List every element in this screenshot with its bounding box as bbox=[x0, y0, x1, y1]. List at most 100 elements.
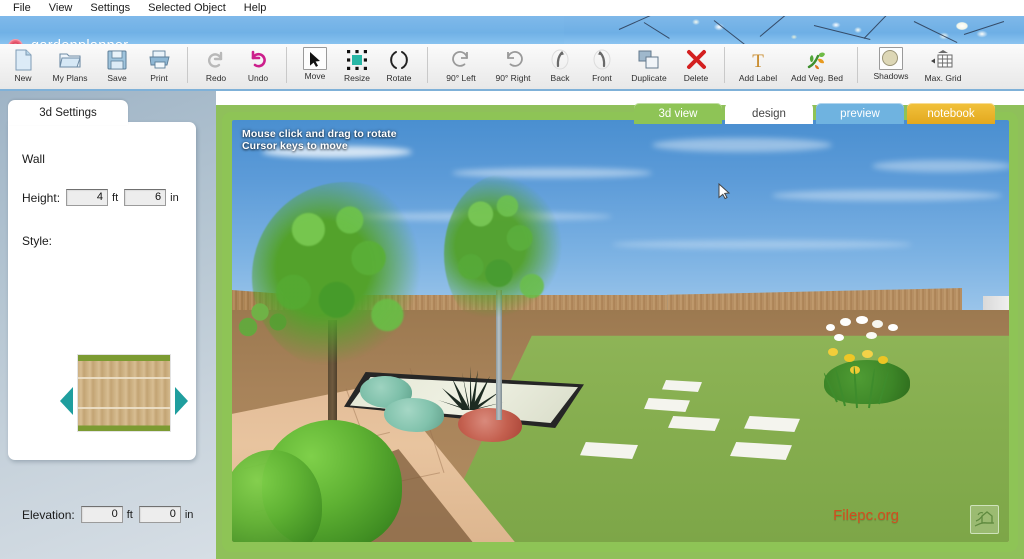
panel-tab-3d-settings[interactable]: 3d Settings bbox=[8, 100, 128, 125]
my-plans-label: My Plans bbox=[52, 73, 88, 83]
floppy-disk-icon bbox=[104, 47, 130, 72]
app-banner: gardenplanner bbox=[0, 16, 1024, 44]
resize-handles-icon bbox=[344, 47, 370, 72]
delete-cross-icon bbox=[683, 47, 709, 72]
toolbar-group-file: New My Plans Save Print bbox=[2, 44, 180, 89]
shadow-sphere-icon bbox=[879, 47, 903, 70]
toolbar-separator bbox=[724, 47, 725, 83]
tab-notebook[interactable]: notebook bbox=[907, 103, 995, 124]
add-label-label: Add Label bbox=[738, 73, 778, 83]
menu-item-selected-object[interactable]: Selected Object bbox=[139, 0, 235, 16]
move-button[interactable]: Move bbox=[294, 44, 336, 89]
elevation-feet-input[interactable]: 0 bbox=[80, 506, 123, 523]
garden-house-button[interactable] bbox=[970, 505, 999, 534]
open-folder-icon bbox=[57, 47, 83, 72]
3d-scene-canvas[interactable]: Mouse click and drag to rotate Cursor ke… bbox=[232, 120, 1009, 542]
tree-canopy[interactable] bbox=[444, 174, 566, 334]
redo-arrow-icon bbox=[203, 47, 229, 72]
bring-front-label: Front bbox=[592, 73, 612, 83]
white-flower bbox=[872, 320, 883, 328]
rotate-brackets-icon bbox=[386, 47, 412, 72]
branch-icon bbox=[813, 25, 871, 41]
bring-front-button[interactable]: Front bbox=[581, 44, 623, 89]
blossom-photo bbox=[564, 16, 1024, 44]
arrow-left-icon[interactable] bbox=[60, 387, 73, 415]
toolbar-group-history: Redo Undo bbox=[195, 44, 279, 89]
new-document-icon bbox=[10, 47, 36, 72]
wooden-fence-preview[interactable] bbox=[77, 354, 171, 432]
white-flower bbox=[866, 332, 877, 339]
hint-line-1: Mouse click and drag to rotate bbox=[242, 128, 397, 140]
white-flower bbox=[888, 324, 898, 331]
wall-style-selector bbox=[60, 354, 188, 432]
rotate-button[interactable]: Rotate bbox=[378, 44, 420, 89]
tab-3d-view-label: 3d view bbox=[658, 107, 698, 120]
elevation-feet-unit: ft bbox=[126, 508, 133, 521]
send-back-icon bbox=[547, 47, 573, 72]
flower-clump[interactable] bbox=[814, 310, 924, 409]
height-inches-input[interactable]: 6 bbox=[124, 189, 167, 206]
rotate-left-button[interactable]: 90° Left bbox=[435, 44, 487, 89]
print-button[interactable]: Print bbox=[138, 44, 180, 89]
wall-label: Wall bbox=[22, 152, 45, 166]
cursor-arrow-icon bbox=[303, 47, 327, 70]
rotate-right-icon bbox=[500, 47, 526, 72]
move-label: Move bbox=[304, 71, 326, 81]
add-label-button[interactable]: T Add Label bbox=[732, 44, 784, 89]
send-back-button[interactable]: Back bbox=[539, 44, 581, 89]
elevation-inches-unit: in bbox=[184, 508, 194, 521]
send-back-label: Back bbox=[550, 73, 570, 83]
new-button[interactable]: New bbox=[2, 44, 44, 89]
shadows-label: Shadows bbox=[873, 71, 909, 81]
arrow-right-icon[interactable] bbox=[175, 387, 188, 415]
white-flower bbox=[834, 334, 844, 341]
branch-icon bbox=[713, 20, 756, 44]
yellow-flower bbox=[862, 350, 873, 358]
garden-planner-window: File View Settings Selected Object Help … bbox=[0, 0, 1024, 559]
menu-item-settings[interactable]: Settings bbox=[81, 0, 139, 16]
menu-item-file[interactable]: File bbox=[4, 0, 40, 16]
tab-preview[interactable]: preview bbox=[816, 103, 904, 124]
toolbar-separator bbox=[857, 47, 858, 83]
tree-canopy[interactable] bbox=[252, 182, 440, 372]
add-veg-bed-label: Add Veg. Bed bbox=[791, 73, 843, 83]
save-button[interactable]: Save bbox=[96, 44, 138, 89]
white-flower bbox=[856, 316, 868, 324]
menu-item-help[interactable]: Help bbox=[235, 0, 276, 16]
tab-design[interactable]: design bbox=[725, 103, 813, 124]
climbing-vine bbox=[236, 292, 296, 342]
elevation-inches-input[interactable]: 0 bbox=[138, 506, 181, 523]
add-veg-bed-button[interactable]: Add Veg. Bed bbox=[784, 44, 850, 89]
plant-red[interactable] bbox=[458, 408, 522, 442]
viewport-frame: Mouse click and drag to rotate Cursor ke… bbox=[222, 112, 1018, 552]
branch-icon bbox=[863, 16, 890, 39]
rotate-left-icon bbox=[448, 47, 474, 72]
hint-line-2: Cursor keys to move bbox=[242, 140, 348, 152]
delete-button[interactable]: Delete bbox=[675, 44, 717, 89]
resize-label: Resize bbox=[344, 73, 370, 83]
tab-notebook-label: notebook bbox=[927, 107, 975, 120]
rotate-right-button[interactable]: 90° Right bbox=[487, 44, 539, 89]
max-grid-button[interactable]: Max. Grid bbox=[917, 44, 969, 89]
toolbar-separator bbox=[427, 47, 428, 83]
branch-icon bbox=[913, 21, 958, 43]
undo-button[interactable]: Undo bbox=[237, 44, 279, 89]
flower-logo-icon bbox=[8, 38, 23, 44]
duplicate-label: Duplicate bbox=[631, 73, 667, 83]
my-plans-button[interactable]: My Plans bbox=[44, 44, 96, 89]
resize-button[interactable]: Resize bbox=[336, 44, 378, 89]
duplicate-icon bbox=[636, 47, 662, 72]
undo-arrow-icon bbox=[245, 47, 271, 72]
menu-item-view[interactable]: View bbox=[40, 0, 82, 16]
toolbar-group-view: Shadows Max. Grid bbox=[865, 44, 969, 89]
rotate-label: Rotate bbox=[386, 73, 412, 83]
height-feet-input[interactable]: 4 bbox=[66, 189, 109, 206]
shadows-button[interactable]: Shadows bbox=[865, 44, 917, 89]
redo-button[interactable]: Redo bbox=[195, 44, 237, 89]
duplicate-button[interactable]: Duplicate bbox=[623, 44, 675, 89]
max-grid-label: Max. Grid bbox=[924, 73, 962, 83]
printer-icon bbox=[146, 47, 172, 72]
tab-3d-view[interactable]: 3d view bbox=[634, 103, 722, 124]
wall-style-row: Style: bbox=[8, 234, 196, 248]
elevation-row: Elevation: 0 ft 0 in bbox=[8, 506, 196, 523]
